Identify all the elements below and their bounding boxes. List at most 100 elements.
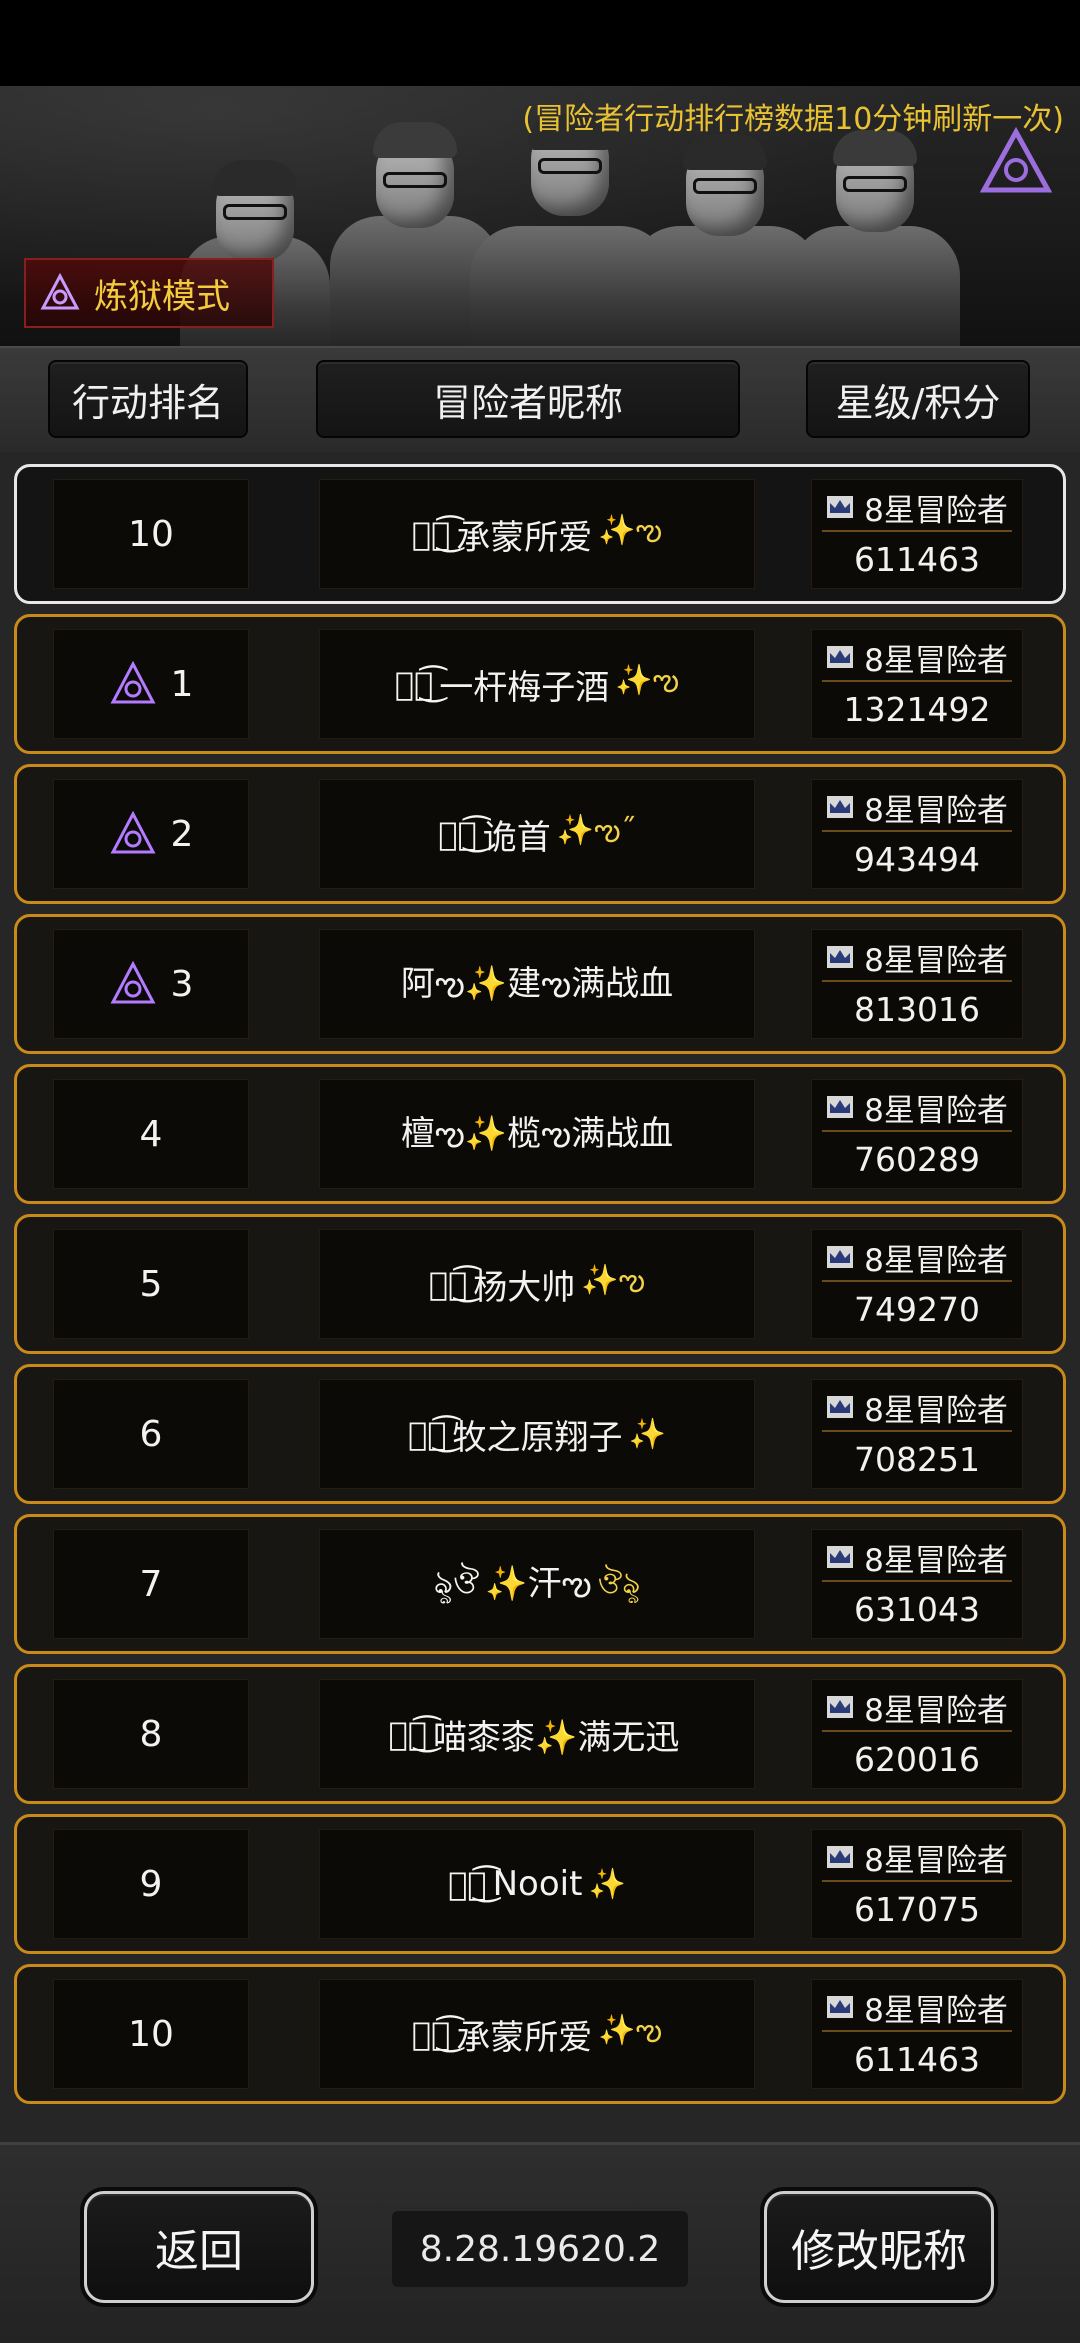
nickname-cell: ঔৣ͜͡ 一杆梅子酒 ✨ఌ <box>319 629 755 739</box>
hell-sigil-icon <box>110 660 156 704</box>
name-decoration-right: ✨ఌ <box>598 513 663 548</box>
nickname-cell: 檀ఌ✨榄ఌ满战血 <box>319 1079 755 1189</box>
player-nickname: 诡首 <box>482 817 551 858</box>
character-figure <box>790 106 960 346</box>
score-value: 708251 <box>854 1440 980 1479</box>
rank-cell: 1 <box>53 629 249 739</box>
rank-column-header[interactable]: 行动排名 <box>48 360 248 438</box>
crown-icon <box>827 1246 854 1268</box>
nickname-cell: ঔৣ͜͡ Nooit ✨ <box>319 1829 755 1939</box>
rank-cell: 3 <box>53 929 249 1039</box>
star-score-cell: 8星冒险者 631043 <box>811 1529 1023 1639</box>
nickname-cell: ঔৣ͜͡ 牧之原翔子 ✨ <box>319 1379 755 1489</box>
leaderboard-row: 5 ঔৣ͜͡ 杨大帅 ✨ఌ 8星冒险者 749270 <box>14 1214 1066 1354</box>
rank-number: 2 <box>170 813 194 855</box>
rank-number: 4 <box>139 1113 163 1155</box>
score-value: 749270 <box>854 1290 980 1329</box>
rank-cell: 8 <box>53 1679 249 1789</box>
status-bar <box>0 0 1080 86</box>
name-decoration-right: ✨ఌ˝ <box>556 813 636 848</box>
nickname-cell: ঔৣ͜͡ 喵桼桼✨满无迅 <box>319 1679 755 1789</box>
leaderboard-row: 10 ঔৣ͜͡ 承蒙所爱 ✨ఌ 8星冒险者 611463 <box>14 1964 1066 2104</box>
name-decoration-left: ঔৣ͜͡ <box>411 2015 451 2053</box>
leaderboard-row: 9 ঔৣ͜͡ Nooit ✨ 8星冒险者 617075 <box>14 1814 1066 1954</box>
nickname-cell: ৡঔ ✨汗ఌ ঔৡ <box>319 1529 755 1639</box>
player-nickname: Nooit <box>492 1864 583 1904</box>
rank-number: 10 <box>128 513 174 555</box>
name-decoration-right: ঔৡ <box>597 1565 641 1601</box>
player-nickname: 檀ఌ✨榄ఌ满战血 <box>400 1114 674 1154</box>
rank-number: 7 <box>139 1563 163 1605</box>
player-nickname: 一杆梅子酒 <box>439 667 610 708</box>
score-column-header[interactable]: 星级/积分 <box>806 360 1030 438</box>
rank-cell: 6 <box>53 1379 249 1489</box>
star-level: 8星冒险者 <box>864 1242 1008 1279</box>
player-nickname: 承蒙所爱 <box>456 2017 593 2058</box>
leaderboard-list[interactable]: 10 ঔৣ͜͡ 承蒙所爱 ✨ఌ 8星冒险者 611463 1 ঔৣ͜͡ 一杆梅子… <box>0 452 1080 2142</box>
player-nickname: 牧之原翔子 <box>452 1417 623 1458</box>
rank-cell: 9 <box>53 1829 249 1939</box>
rank-number: 1 <box>170 663 194 705</box>
rank-number: 9 <box>139 1863 163 1905</box>
star-score-cell: 8星冒险者 611463 <box>811 1979 1023 2089</box>
crown-icon <box>827 1546 854 1568</box>
star-score-cell: 8星冒险者 1321492 <box>811 629 1023 739</box>
rank-cell: 10 <box>53 1979 249 2089</box>
name-decoration-left: ঔৣ͜͡ <box>428 1265 468 1303</box>
star-level: 8星冒险者 <box>864 1092 1008 1129</box>
leaderboard-row: 4 檀ఌ✨榄ఌ满战血 8星冒险者 760289 <box>14 1064 1066 1204</box>
hell-sigil-icon <box>979 126 1053 193</box>
score-value: 611463 <box>854 2040 980 2079</box>
player-nickname: ✨汗ఌ <box>485 1564 592 1604</box>
hell-sigil-icon <box>40 273 80 310</box>
name-decoration-left: ঔৣ͜͡ <box>438 815 477 853</box>
nickname-cell: ঔৣ͜͡ 诡首 ✨ఌ˝ <box>319 779 755 889</box>
leaderboard-row: 3 阿ఌ✨建ఌ满战血 8星冒险者 813016 <box>14 914 1066 1054</box>
player-nickname: 承蒙所爱 <box>456 517 593 558</box>
star-level: 8星冒险者 <box>864 642 1008 679</box>
crown-icon <box>827 1396 854 1418</box>
rank-number: 10 <box>128 2013 174 2055</box>
crown-icon <box>827 1996 854 2018</box>
star-level: 8星冒险者 <box>864 792 1008 829</box>
star-level: 8星冒险者 <box>864 1542 1008 1579</box>
star-score-cell: 8星冒险者 617075 <box>811 1829 1023 1939</box>
score-value: 631043 <box>854 1590 980 1629</box>
star-level: 8星冒险者 <box>864 492 1008 529</box>
star-level: 8星冒险者 <box>864 1842 1008 1879</box>
rename-button[interactable]: 修改昵称 <box>764 2191 994 2303</box>
rank-cell: 7 <box>53 1529 249 1639</box>
nickname-cell: ঔৣ͜͡ 承蒙所爱 ✨ఌ <box>319 479 755 589</box>
column-header-bar: 行动排名 冒险者昵称 星级/积分 <box>0 346 1080 454</box>
star-level: 8星冒险者 <box>864 1392 1008 1429</box>
crown-icon <box>827 496 854 518</box>
leaderboard-row: 6 ঔৣ͜͡ 牧之原翔子 ✨ 8星冒险者 708251 <box>14 1364 1066 1504</box>
name-decoration-right: ✨ఌ <box>615 663 680 698</box>
star-score-cell: 8星冒险者 708251 <box>811 1379 1023 1489</box>
back-button[interactable]: 返回 <box>84 2191 314 2303</box>
star-score-cell: 8星冒险者 813016 <box>811 929 1023 1039</box>
leaderboard-row: 2 ঔৣ͜͡ 诡首 ✨ఌ˝ 8星冒险者 943494 <box>14 764 1066 904</box>
rank-number: 6 <box>139 1413 163 1455</box>
leaderboard-row: 7 ৡঔ ✨汗ఌ ঔৡ 8星冒险者 631043 <box>14 1514 1066 1654</box>
score-value: 813016 <box>854 990 980 1029</box>
nickname-column-header[interactable]: 冒险者昵称 <box>316 360 740 438</box>
crown-icon <box>827 646 854 668</box>
name-decoration-left: ঔৣ͜͡ <box>388 1715 428 1753</box>
crown-icon <box>827 946 854 968</box>
star-level: 8星冒险者 <box>864 1992 1008 2029</box>
hell-sigil-icon <box>110 810 156 854</box>
crown-icon <box>827 1096 854 1118</box>
player-nickname: 杨大帅 <box>473 1267 576 1308</box>
leaderboard-row: 1 ঔৣ͜͡ 一杆梅子酒 ✨ఌ 8星冒险者 1321492 <box>14 614 1066 754</box>
name-decoration-left: ঔৣ͜͡ <box>394 665 434 703</box>
star-level: 8星冒险者 <box>864 942 1008 979</box>
footer-bar: 返回 8.28.19620.2 修改昵称 <box>0 2142 1080 2343</box>
name-decoration-right: ✨ఌ <box>598 2013 663 2048</box>
score-value: 1321492 <box>843 690 991 729</box>
leaderboard-row: 8 ঔৣ͜͡ 喵桼桼✨满无迅 8星冒险者 620016 <box>14 1664 1066 1804</box>
nickname-cell: ঔৣ͜͡ 承蒙所爱 ✨ఌ <box>319 1979 755 2089</box>
name-decoration-right: ✨ఌ <box>581 1263 646 1298</box>
mode-badge: 炼狱模式 <box>24 258 274 328</box>
rank-cell: 5 <box>53 1229 249 1339</box>
